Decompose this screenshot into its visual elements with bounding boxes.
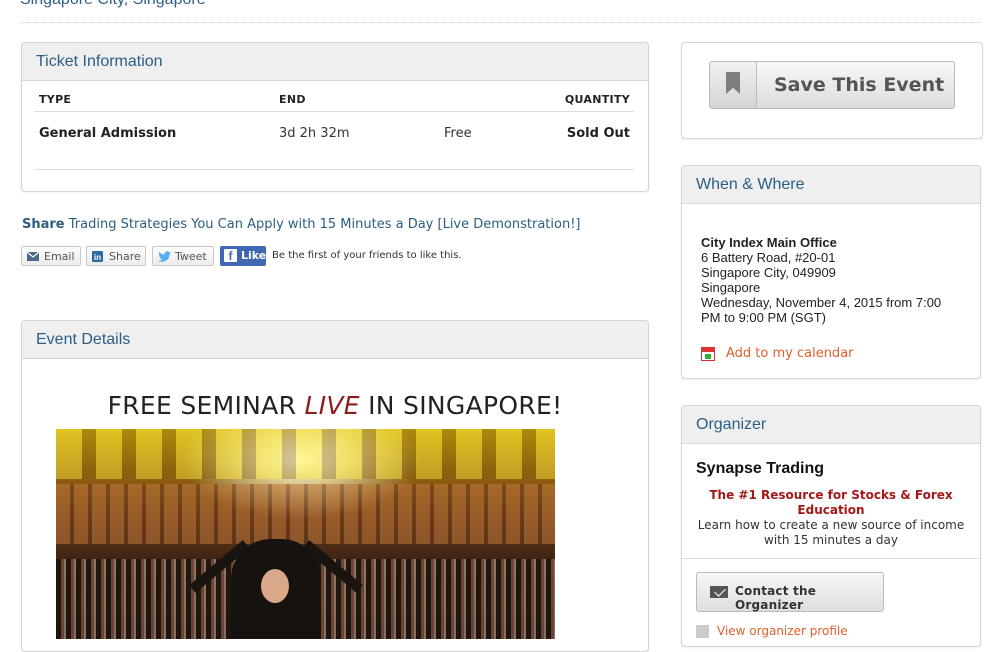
add-to-calendar-label: Add to my calendar [726,346,854,361]
headline-part-1: FREE SEMINAR [107,391,305,420]
email-share-button[interactable]: Email [21,246,81,266]
calendar-icon [701,347,715,361]
organizer-description: Learn how to create a new source of inco… [697,518,965,547]
view-organizer-profile-link[interactable]: View organizer profile [696,624,848,638]
headline-part-2: IN SINGAPORE! [359,391,563,420]
ticket-quantity-status: Sold Out [566,126,630,141]
tweet-button[interactable]: Tweet [152,246,214,266]
contact-organizer-button[interactable]: Contact the Organizer [696,572,884,612]
svg-text:in: in [94,253,101,262]
bookmark-icon [726,72,740,94]
save-event-button[interactable]: Save This Event [709,61,955,109]
when-where-panel: When & Where City Index Main Office 6 Ba… [681,165,981,379]
envelope-icon [27,252,39,261]
headline-live: LIVE [304,391,360,420]
divider [682,558,980,559]
ticket-type: General Admission [39,126,177,141]
ticket-table: TYPE END QUANTITY General Admission 3d 2… [34,87,634,156]
organizer-title: Organizer [682,406,980,444]
email-button-label: Email [44,250,75,263]
like-button-label: Like [241,249,267,262]
when-where-title: When & Where [682,166,980,204]
col-type-header: TYPE [39,93,72,106]
facebook-icon: f [224,249,237,263]
event-datetime-line1: Wednesday, November 4, 2015 from 7:00 [701,295,942,310]
facebook-like-button[interactable]: f Like [220,246,266,266]
venue-address-line2: Singapore City, 049909 [701,265,836,280]
ticket-table-header: TYPE END QUANTITY [34,87,634,112]
ticket-information-panel: Ticket Information TYPE END QUANTITY Gen… [21,42,649,192]
envelope-icon [710,586,728,598]
divider [34,169,634,170]
twitter-bird-icon [158,251,171,262]
venue-name: City Index Main Office [701,235,837,250]
ticket-end: 3d 2h 32m [279,126,350,141]
profile-icon [696,625,709,638]
event-datetime-line2: PM to 9:00 PM (SGT) [701,310,826,325]
organizer-panel: Organizer Synapse Trading The #1 Resourc… [681,405,981,647]
venue-info: City Index Main Office 6 Battery Road, #… [701,235,941,325]
organizer-tagline: The #1 Resource for Stocks & Forex Educa… [709,488,953,517]
seminar-photo [56,429,555,639]
facebook-social-text: Be the first of your friends to like thi… [272,250,462,261]
event-location-header: Singapore City, Singapore [20,0,206,9]
event-details-panel: Event Details FREE SEMINAR LIVE IN SINGA… [21,320,649,652]
view-profile-label: View organizer profile [717,624,848,638]
ticket-price: Free [444,126,472,141]
linkedin-icon: in [92,251,103,262]
share-event-title: Trading Strategies You Can Apply with 15… [68,217,581,232]
share-event-line: Share Trading Strategies You Can Apply w… [22,217,580,232]
share-button-label: Share [109,250,141,263]
venue-country: Singapore [701,280,761,295]
contact-organizer-label: Contact the Organizer [735,584,817,612]
col-quantity-header: QUANTITY [564,93,630,106]
share-label: Share [22,217,65,232]
save-event-panel: Save This Event [681,42,983,139]
linkedin-share-button[interactable]: in Share [86,246,146,266]
event-details-title: Event Details [22,321,648,359]
col-end-header: END [279,93,306,106]
tweet-button-label: Tweet [175,250,207,263]
table-row: General Admission 3d 2h 32m Free Sold Ou… [34,112,634,156]
seminar-headline: FREE SEMINAR LIVE IN SINGAPORE! [22,391,648,420]
save-event-label: Save This Event [774,74,945,96]
ticket-panel-title: Ticket Information [22,43,648,81]
divider [20,22,981,23]
organizer-name: Synapse Trading [696,460,825,477]
venue-address-line1: 6 Battery Road, #20-01 [701,250,836,265]
